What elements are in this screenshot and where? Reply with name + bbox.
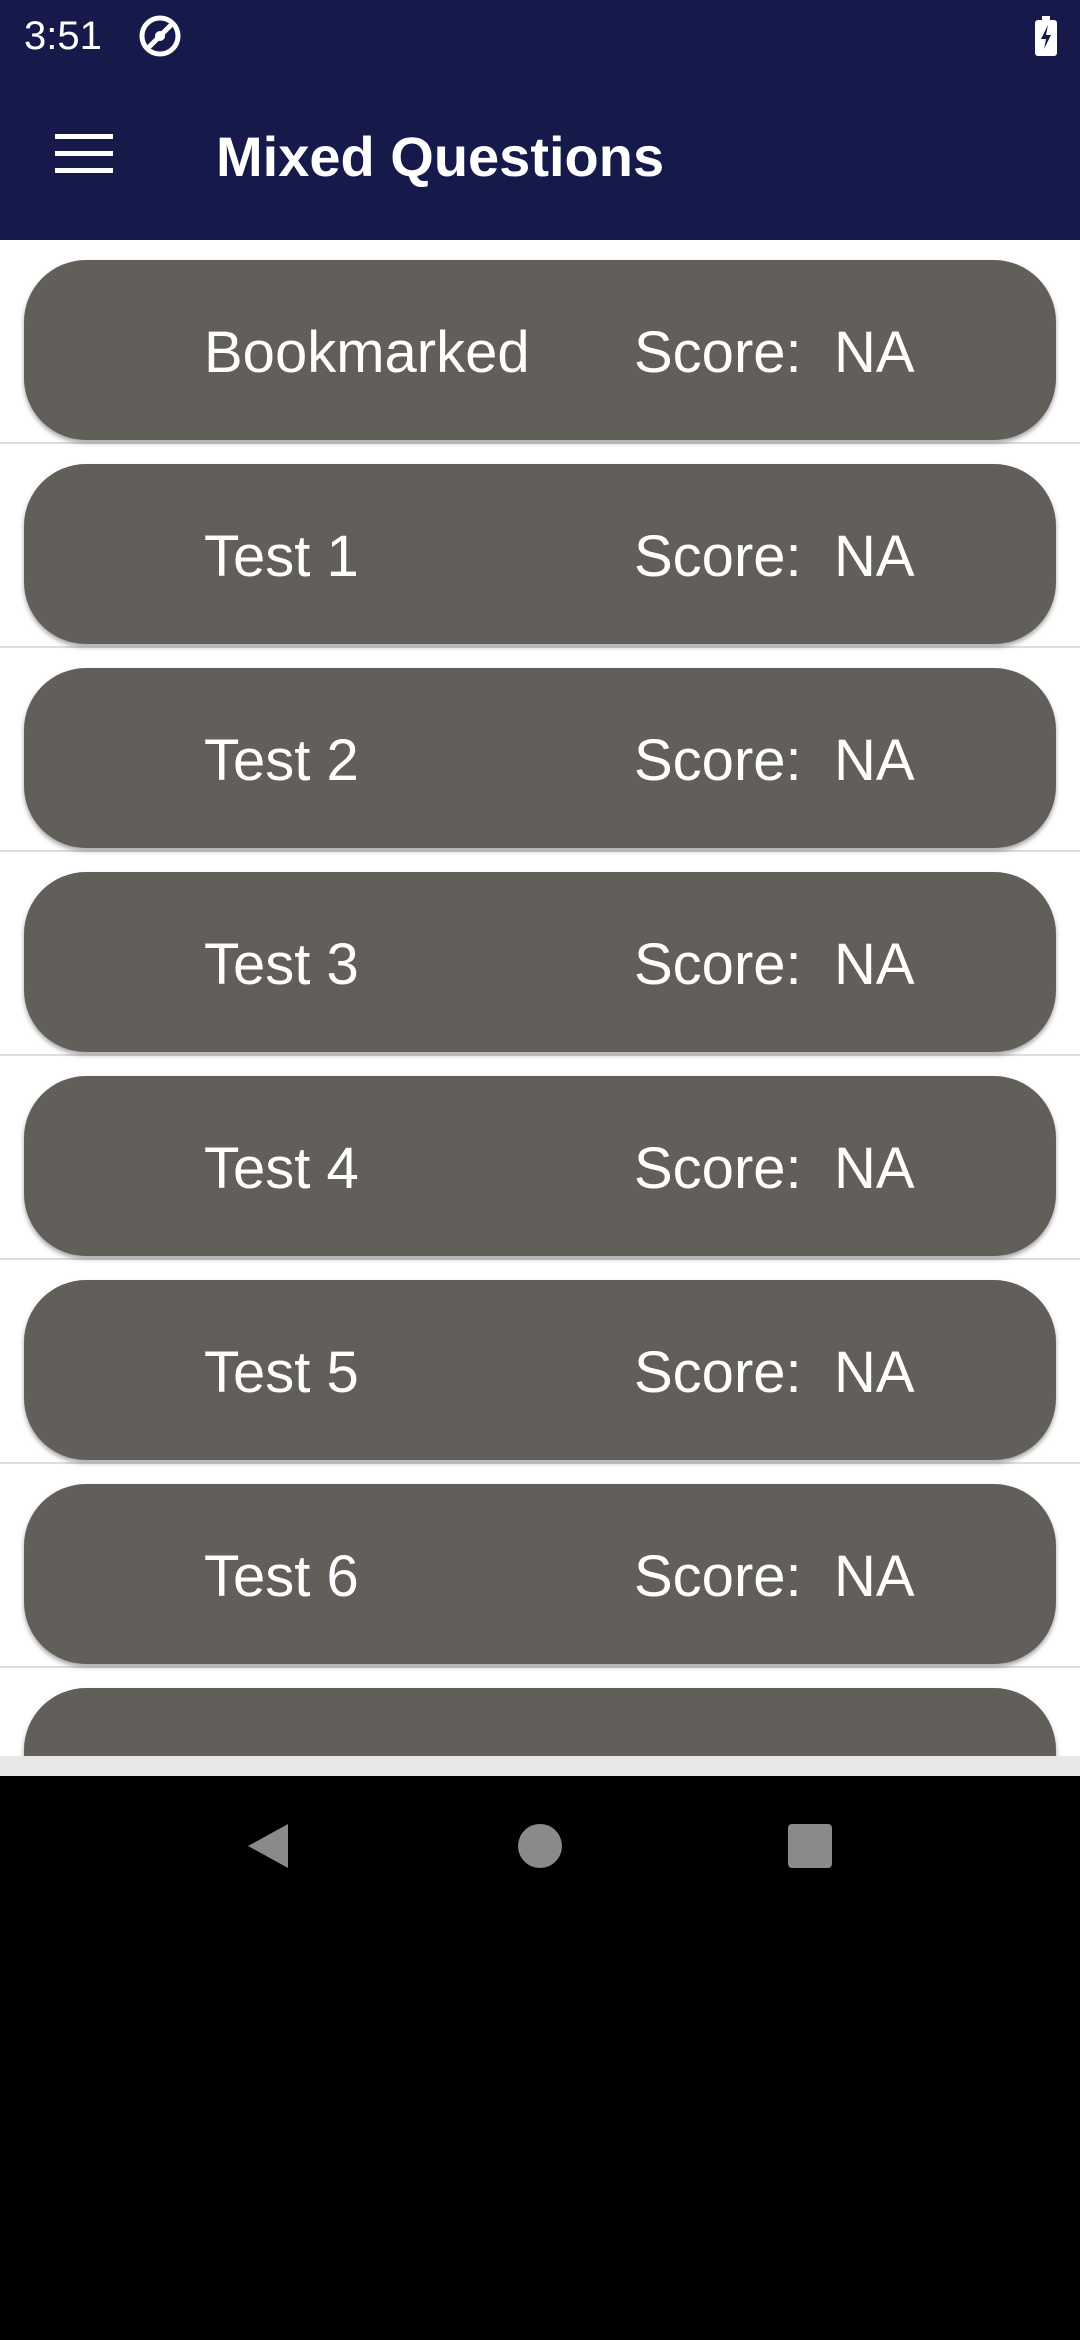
score-label: Score: <box>634 320 802 385</box>
test-name: Test 5 <box>204 1340 359 1405</box>
list-item: Test 4 Score: NA <box>0 1056 1080 1260</box>
list-item: Test 3 Score: NA <box>0 852 1080 1056</box>
test-card-6[interactable]: Test 6 Score: NA <box>24 1484 1056 1664</box>
test-name: Bookmarked <box>204 320 530 385</box>
home-button[interactable] <box>500 1806 580 1886</box>
score-value: NA <box>834 728 915 793</box>
test-name: Test 3 <box>204 932 359 997</box>
test-card-5[interactable]: Test 5 Score: NA <box>24 1280 1056 1460</box>
score-value: NA <box>834 932 915 997</box>
circle-slash-icon <box>138 14 182 58</box>
back-triangle-icon <box>228 1824 308 1890</box>
test-card-2[interactable]: Test 2 Score: NA <box>24 668 1056 848</box>
score-label: Score: <box>634 1136 802 1201</box>
recents-button[interactable] <box>770 1806 850 1886</box>
score-value: NA <box>834 524 915 589</box>
system-nav-bar <box>0 1776 1080 1916</box>
list-item: Test 5 Score: NA <box>0 1260 1080 1464</box>
score-value: NA <box>834 1544 915 1609</box>
test-card-4[interactable]: Test 4 Score: NA <box>24 1076 1056 1256</box>
test-name: Test 2 <box>204 728 359 793</box>
score-value: NA <box>834 320 915 385</box>
status-time: 3:51 <box>24 14 102 58</box>
test-list[interactable]: Bookmarked Score: NA Test 1 Score: NA Te… <box>0 240 1080 1756</box>
score-value: NA <box>834 1136 915 1201</box>
list-item: Bookmarked Score: NA <box>0 240 1080 444</box>
score-label: Score: <box>634 728 802 793</box>
hamburger-menu-icon <box>55 133 113 179</box>
home-circle-icon <box>500 1824 580 1890</box>
score-label: Score: <box>634 1544 802 1609</box>
list-item: Test 1 Score: NA <box>0 444 1080 648</box>
list-item: Test 2 Score: NA <box>0 648 1080 852</box>
test-name: Test 6 <box>204 1544 359 1609</box>
recents-square-icon <box>770 1824 850 1890</box>
test-card-partial[interactable] <box>24 1688 1056 1756</box>
score-label: Score: <box>634 932 802 997</box>
app-bar: Mixed Questions <box>0 72 1080 240</box>
scroll-edge <box>0 1756 1080 1776</box>
status-bar: 3:51 <box>0 0 1080 72</box>
page-title: Mixed Questions <box>216 125 665 188</box>
test-card-1[interactable]: Test 1 Score: NA <box>24 464 1056 644</box>
score-label: Score: <box>634 1340 802 1405</box>
test-name: Test 4 <box>204 1136 359 1201</box>
battery-charging-icon <box>1034 16 1058 56</box>
test-name: Test 1 <box>204 524 359 589</box>
test-card-bookmarked[interactable]: Bookmarked Score: NA <box>24 260 1056 440</box>
list-item <box>0 1668 1080 1756</box>
score-label: Score: <box>634 524 802 589</box>
list-item: Test 6 Score: NA <box>0 1464 1080 1668</box>
test-card-3[interactable]: Test 3 Score: NA <box>24 872 1056 1052</box>
menu-button[interactable] <box>40 116 128 196</box>
back-button[interactable] <box>228 1806 308 1886</box>
score-value: NA <box>834 1340 915 1405</box>
